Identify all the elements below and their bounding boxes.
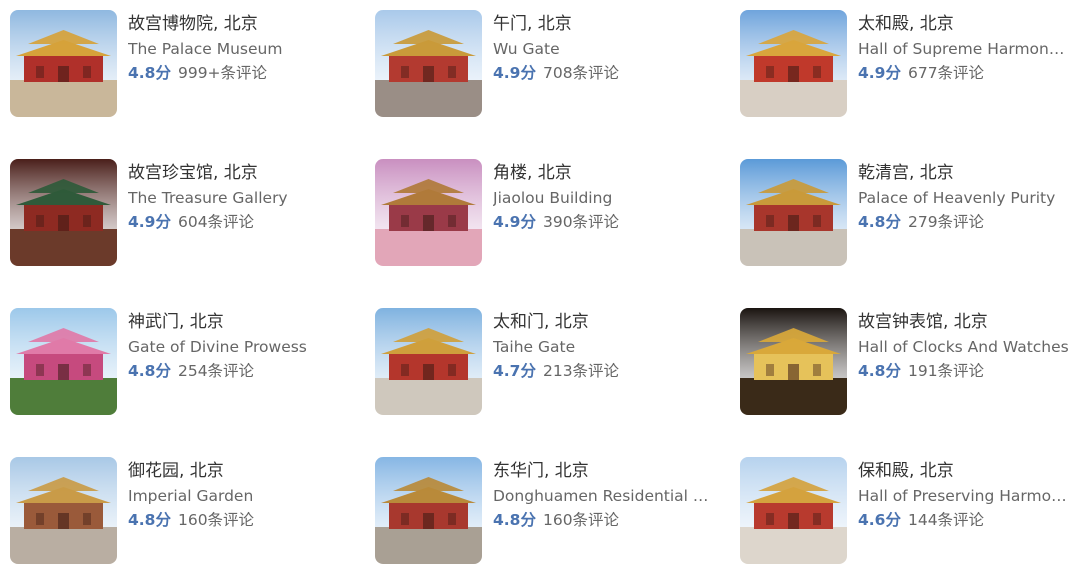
attraction-english-name: Wu Gate <box>493 40 560 58</box>
rating-score: 4.9分 <box>128 213 171 231</box>
review-count[interactable]: 677条评论 <box>908 64 984 82</box>
attraction-title[interactable]: 角楼, 北京 <box>493 161 715 185</box>
rating-score: 4.8分 <box>128 64 171 82</box>
attraction-thumbnail[interactable] <box>740 10 847 117</box>
attraction-card[interactable]: 保和殿, 北京 Hall of Preserving Harmony... 4.… <box>730 447 1080 574</box>
attraction-english-name: Hall of Clocks And Watches <box>858 338 1069 356</box>
attraction-thumbnail[interactable] <box>375 10 482 117</box>
attraction-thumbnail[interactable] <box>740 308 847 415</box>
attraction-thumbnail[interactable] <box>375 457 482 564</box>
review-count[interactable]: 160条评论 <box>543 511 619 529</box>
rating-score: 4.9分 <box>493 64 536 82</box>
attraction-rating-row: 4.8分 254条评论 <box>128 359 350 383</box>
review-count[interactable]: 191条评论 <box>908 362 984 380</box>
attraction-card[interactable]: 东华门, 北京 Donghuamen Residential Di... 4.8… <box>365 447 730 574</box>
attraction-info: 角楼, 北京 Jiaolou Building 4.9分 390条评论 <box>493 159 715 234</box>
rating-score: 4.8分 <box>858 362 901 380</box>
attraction-english-name: The Treasure Gallery <box>128 189 288 207</box>
attraction-rating-row: 4.6分 144条评论 <box>858 508 1073 532</box>
attraction-info: 故宫博物院, 北京 The Palace Museum 4.8分 999+条评论 <box>128 10 350 85</box>
rating-score: 4.9分 <box>858 64 901 82</box>
attraction-info: 东华门, 北京 Donghuamen Residential Di... 4.8… <box>493 457 715 532</box>
attraction-rating-row: 4.8分 191条评论 <box>858 359 1073 383</box>
attraction-english-name: The Palace Museum <box>128 40 283 58</box>
attraction-thumbnail[interactable] <box>10 10 117 117</box>
attraction-card[interactable]: 太和殿, 北京 Hall of Supreme Harmony (... 4.9… <box>730 0 1080 149</box>
attraction-rating-row: 4.9分 604条评论 <box>128 210 350 234</box>
review-count[interactable]: 279条评论 <box>908 213 984 231</box>
attraction-rating-row: 4.9分 390条评论 <box>493 210 715 234</box>
attraction-english-name: Taihe Gate <box>493 338 576 356</box>
attraction-title[interactable]: 故宫博物院, 北京 <box>128 12 350 36</box>
attraction-card[interactable]: 角楼, 北京 Jiaolou Building 4.9分 390条评论 <box>365 149 730 298</box>
attraction-card[interactable]: 太和门, 北京 Taihe Gate 4.7分 213条评论 <box>365 298 730 447</box>
attraction-grid: 故宫博物院, 北京 The Palace Museum 4.8分 999+条评论 … <box>0 0 1080 574</box>
attraction-info: 午门, 北京 Wu Gate 4.9分 708条评论 <box>493 10 715 85</box>
rating-score: 4.8分 <box>858 213 901 231</box>
attraction-title[interactable]: 东华门, 北京 <box>493 459 715 483</box>
review-count[interactable]: 254条评论 <box>178 362 254 380</box>
attraction-title[interactable]: 太和门, 北京 <box>493 310 715 334</box>
review-count[interactable]: 708条评论 <box>543 64 619 82</box>
attraction-card[interactable]: 乾清宫, 北京 Palace of Heavenly Purity 4.8分 27… <box>730 149 1080 298</box>
attraction-info: 神武门, 北京 Gate of Divine Prowess 4.8分 254条评… <box>128 308 350 383</box>
attraction-info: 太和门, 北京 Taihe Gate 4.7分 213条评论 <box>493 308 715 383</box>
attraction-english-name: Hall of Supreme Harmony (... <box>858 40 1073 58</box>
attraction-thumbnail[interactable] <box>375 308 482 415</box>
attraction-thumbnail[interactable] <box>740 159 847 266</box>
attraction-rating-row: 4.8分 160条评论 <box>493 508 715 532</box>
rating-score: 4.7分 <box>493 362 536 380</box>
attraction-card[interactable]: 故宫博物院, 北京 The Palace Museum 4.8分 999+条评论 <box>0 0 365 149</box>
attraction-rating-row: 4.8分 160条评论 <box>128 508 350 532</box>
attraction-info: 故宫珍宝馆, 北京 The Treasure Gallery 4.9分 604条评… <box>128 159 350 234</box>
attraction-info: 御花园, 北京 Imperial Garden 4.8分 160条评论 <box>128 457 350 532</box>
review-count[interactable]: 999+条评论 <box>178 64 267 82</box>
attraction-english-name: Jiaolou Building <box>493 189 613 207</box>
attraction-info: 保和殿, 北京 Hall of Preserving Harmony... 4.… <box>858 457 1073 532</box>
attraction-english-name: Gate of Divine Prowess <box>128 338 307 356</box>
attraction-title[interactable]: 御花园, 北京 <box>128 459 350 483</box>
attraction-info: 太和殿, 北京 Hall of Supreme Harmony (... 4.9… <box>858 10 1073 85</box>
attraction-thumbnail[interactable] <box>10 308 117 415</box>
attraction-english-name: Imperial Garden <box>128 487 254 505</box>
attraction-card[interactable]: 故宫珍宝馆, 北京 The Treasure Gallery 4.9分 604条评… <box>0 149 365 298</box>
attraction-card[interactable]: 御花园, 北京 Imperial Garden 4.8分 160条评论 <box>0 447 365 574</box>
attraction-title[interactable]: 神武门, 北京 <box>128 310 350 334</box>
attraction-card[interactable]: 午门, 北京 Wu Gate 4.9分 708条评论 <box>365 0 730 149</box>
attraction-rating-row: 4.9分 677条评论 <box>858 61 1073 85</box>
attraction-english-name: Donghuamen Residential Di... <box>493 487 715 505</box>
review-count[interactable]: 213条评论 <box>543 362 619 380</box>
attraction-thumbnail[interactable] <box>740 457 847 564</box>
attraction-info: 乾清宫, 北京 Palace of Heavenly Purity 4.8分 27… <box>858 159 1073 234</box>
attraction-info: 故宫钟表馆, 北京 Hall of Clocks And Watches 4.8… <box>858 308 1073 383</box>
attraction-card[interactable]: 故宫钟表馆, 北京 Hall of Clocks And Watches 4.8… <box>730 298 1080 447</box>
attraction-title[interactable]: 乾清宫, 北京 <box>858 161 1073 185</box>
attraction-thumbnail[interactable] <box>10 159 117 266</box>
attraction-rating-row: 4.8分 279条评论 <box>858 210 1073 234</box>
rating-score: 4.8分 <box>128 362 171 380</box>
attraction-title[interactable]: 午门, 北京 <box>493 12 715 36</box>
attraction-thumbnail[interactable] <box>10 457 117 564</box>
attraction-title[interactable]: 保和殿, 北京 <box>858 459 1073 483</box>
review-count[interactable]: 390条评论 <box>543 213 619 231</box>
attraction-rating-row: 4.9分 708条评论 <box>493 61 715 85</box>
attraction-card[interactable]: 神武门, 北京 Gate of Divine Prowess 4.8分 254条评… <box>0 298 365 447</box>
rating-score: 4.9分 <box>493 213 536 231</box>
review-count[interactable]: 604条评论 <box>178 213 254 231</box>
rating-score: 4.8分 <box>493 511 536 529</box>
attraction-english-name: Hall of Preserving Harmony... <box>858 487 1073 505</box>
rating-score: 4.8分 <box>128 511 171 529</box>
review-count[interactable]: 160条评论 <box>178 511 254 529</box>
review-count[interactable]: 144条评论 <box>908 511 984 529</box>
attraction-rating-row: 4.8分 999+条评论 <box>128 61 350 85</box>
rating-score: 4.6分 <box>858 511 901 529</box>
attraction-thumbnail[interactable] <box>375 159 482 266</box>
attraction-title[interactable]: 故宫珍宝馆, 北京 <box>128 161 350 185</box>
attraction-rating-row: 4.7分 213条评论 <box>493 359 715 383</box>
attraction-english-name: Palace of Heavenly Purity <box>858 189 1056 207</box>
attraction-title[interactable]: 太和殿, 北京 <box>858 12 1073 36</box>
attraction-title[interactable]: 故宫钟表馆, 北京 <box>858 310 1073 334</box>
